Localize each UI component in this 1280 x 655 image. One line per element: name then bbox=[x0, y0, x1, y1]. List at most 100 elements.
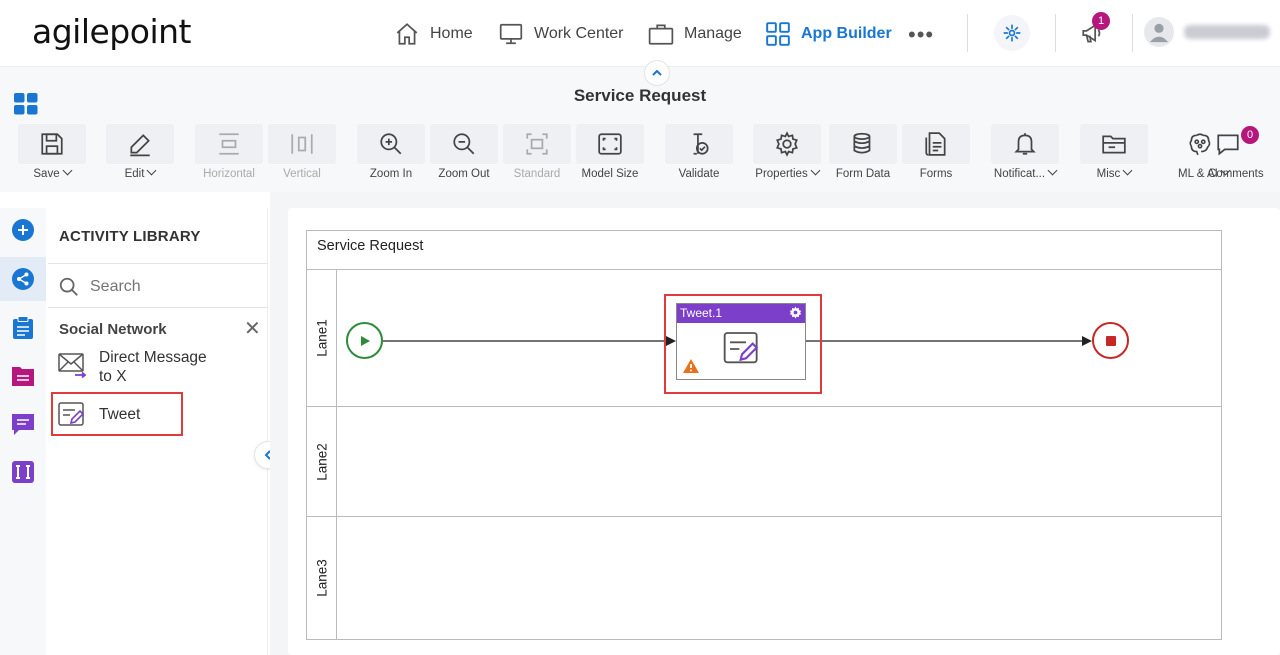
search-icon bbox=[59, 277, 78, 296]
zoom-out-icon bbox=[453, 133, 475, 155]
chevron-up-icon bbox=[652, 69, 662, 76]
model-size-label: Model Size bbox=[581, 168, 639, 180]
validate-button[interactable]: Validate bbox=[665, 124, 733, 186]
properties-button[interactable]: Properties bbox=[753, 124, 821, 186]
save-button[interactable]: Save bbox=[18, 124, 86, 186]
activity-library-title: ACTIVITY LIBRARY bbox=[59, 228, 201, 245]
nav-divider bbox=[967, 14, 968, 52]
misc-button[interactable]: Misc bbox=[1080, 124, 1148, 186]
standard-size-button[interactable]: Standard bbox=[503, 124, 571, 186]
activity-library-panel: ACTIVITY LIBRARY Social Network ✕ Direct… bbox=[48, 208, 268, 655]
nav-manage-label: Manage bbox=[684, 25, 742, 42]
nav-app-builder[interactable]: App Builder bbox=[765, 20, 892, 48]
tweet-highlight-box bbox=[51, 392, 183, 436]
chevron-down-icon bbox=[1047, 165, 1058, 176]
lane-header: Lane2 bbox=[307, 407, 337, 516]
pool-title: Service Request bbox=[317, 238, 424, 254]
lane-label: Lane1 bbox=[314, 319, 329, 357]
collapse-header-button[interactable] bbox=[644, 60, 670, 86]
zoom-in-button[interactable]: Zoom In bbox=[357, 124, 425, 186]
lane-2[interactable]: Lane2 bbox=[307, 406, 1221, 516]
properties-label: Properties bbox=[755, 168, 808, 180]
pencil-icon bbox=[130, 134, 150, 157]
play-icon bbox=[360, 335, 370, 346]
integration-icon bbox=[12, 461, 34, 483]
sparkle-icon bbox=[1003, 24, 1021, 42]
user-name-redacted[interactable] bbox=[1184, 25, 1270, 39]
page-title: Service Request bbox=[573, 86, 707, 105]
vertical-layout-button[interactable]: Vertical bbox=[268, 124, 336, 186]
form-data-button[interactable]: Form Data bbox=[829, 124, 897, 186]
rail-integrations-button[interactable] bbox=[0, 450, 46, 494]
close-category-icon[interactable]: ✕ bbox=[244, 319, 261, 339]
agilepoint-logo[interactable]: agilepoint bbox=[32, 12, 191, 51]
plus-circle-icon bbox=[12, 219, 34, 241]
rail-tasks-button[interactable] bbox=[0, 306, 46, 350]
form-data-label: Form Data bbox=[835, 168, 891, 180]
edit-label: Edit bbox=[124, 168, 145, 180]
nav-work-center-label: Work Center bbox=[534, 25, 624, 42]
end-event[interactable] bbox=[1092, 322, 1129, 359]
task-highlight-box bbox=[664, 294, 822, 394]
bell-icon bbox=[1014, 133, 1036, 155]
save-icon bbox=[41, 133, 63, 155]
start-event[interactable] bbox=[346, 322, 383, 359]
vertical-label: Vertical bbox=[283, 168, 321, 180]
nav-work-center[interactable]: Work Center bbox=[498, 20, 624, 48]
stop-icon bbox=[1105, 335, 1116, 346]
activity-label: Direct Message bbox=[99, 349, 207, 366]
grid-icon bbox=[766, 22, 790, 46]
ai-assistant-button[interactable] bbox=[994, 15, 1030, 51]
validate-label: Validate bbox=[678, 168, 720, 180]
monitor-icon bbox=[499, 23, 523, 45]
direct-message-icon bbox=[58, 353, 87, 378]
forms-label: Forms bbox=[919, 168, 953, 180]
process-pool[interactable]: Service Request Lane1 Lane2 Lane3 bbox=[306, 230, 1222, 640]
fit-screen-icon bbox=[598, 133, 622, 155]
chevron-down-icon bbox=[62, 165, 73, 176]
document-icon bbox=[12, 367, 34, 386]
home-icon bbox=[396, 23, 418, 45]
nav-home[interactable]: Home bbox=[394, 20, 473, 48]
category-title: Social Network bbox=[59, 321, 167, 338]
avatar[interactable] bbox=[1144, 17, 1174, 47]
nav-divider bbox=[1055, 14, 1056, 52]
lane-label: Lane3 bbox=[314, 559, 329, 597]
clipboard-icon bbox=[13, 316, 33, 339]
nav-divider bbox=[1132, 14, 1133, 52]
comments-label: Comments bbox=[1208, 168, 1264, 180]
standard-size-icon bbox=[526, 133, 548, 155]
rail-messages-button[interactable] bbox=[0, 402, 46, 446]
notifications-button[interactable]: Notificat... bbox=[991, 124, 1059, 186]
zoom-out-button[interactable]: Zoom Out bbox=[430, 124, 498, 186]
chevron-down-icon bbox=[146, 165, 157, 176]
rail-documents-button[interactable] bbox=[0, 354, 46, 398]
lane-header: Lane3 bbox=[307, 517, 337, 639]
comment-icon bbox=[1217, 134, 1239, 156]
edit-button[interactable]: Edit bbox=[106, 124, 174, 186]
validate-icon bbox=[693, 133, 709, 155]
notification-badge: 1 bbox=[1092, 12, 1110, 30]
more-menu-icon[interactable]: ••• bbox=[908, 22, 934, 48]
lane-3[interactable]: Lane3 bbox=[307, 516, 1221, 639]
horizontal-layout-icon bbox=[219, 133, 239, 155]
lane-label: Lane2 bbox=[314, 442, 329, 481]
zoom-in-icon bbox=[380, 133, 402, 155]
notifications-label: Notificat... bbox=[993, 168, 1046, 180]
left-rail bbox=[0, 208, 46, 655]
misc-label: Misc bbox=[1096, 168, 1121, 180]
chevron-down-icon bbox=[810, 165, 821, 176]
user-icon bbox=[1149, 23, 1169, 43]
search-input[interactable] bbox=[90, 278, 240, 296]
forms-button[interactable]: Forms bbox=[902, 124, 970, 186]
nav-manage[interactable]: Manage bbox=[648, 20, 742, 48]
briefcase-icon bbox=[648, 24, 674, 45]
vertical-layout-icon bbox=[291, 134, 313, 154]
rail-share-button[interactable] bbox=[0, 257, 46, 301]
folder-icon bbox=[1102, 135, 1126, 154]
activity-direct-message[interactable]: Direct Message to X bbox=[57, 348, 207, 386]
model-size-button[interactable]: Model Size bbox=[576, 124, 644, 186]
rail-add-button[interactable] bbox=[0, 208, 46, 252]
horizontal-layout-button[interactable]: Horizontal bbox=[195, 124, 263, 186]
divider bbox=[48, 307, 268, 308]
